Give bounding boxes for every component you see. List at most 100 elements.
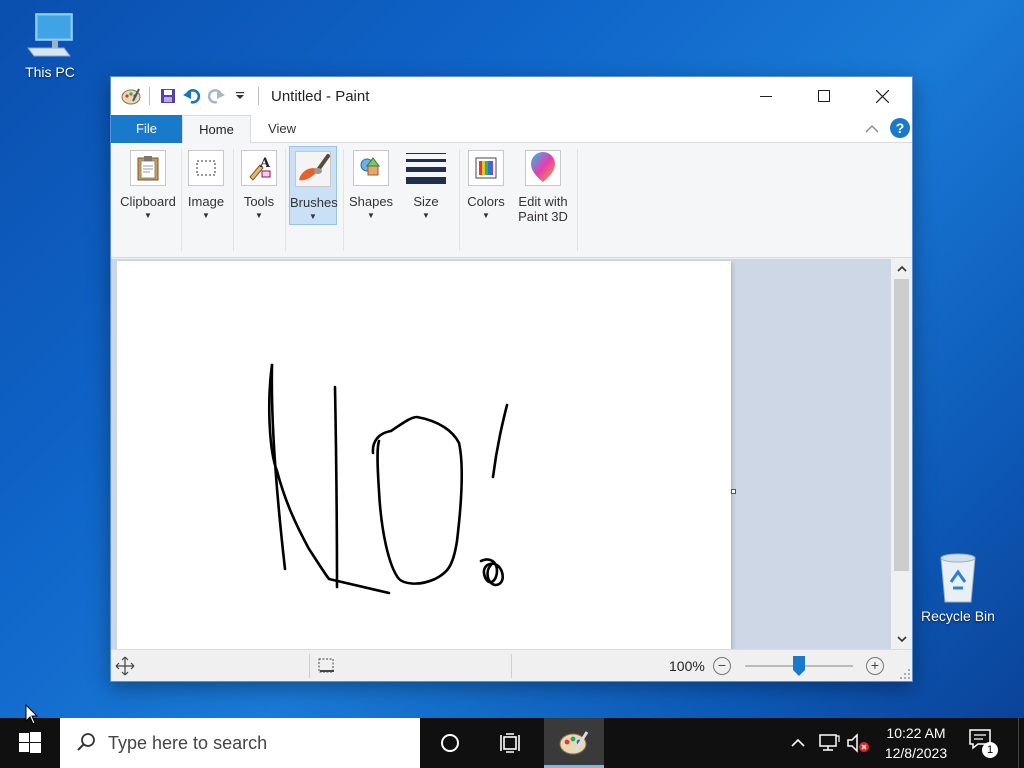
chevron-down-icon xyxy=(896,636,907,643)
ribbon-group-brushes[interactable]: Brushes ▼ xyxy=(289,146,338,225)
task-view-icon xyxy=(500,733,520,753)
minimize-icon xyxy=(760,96,772,97)
paint-app-icon[interactable] xyxy=(119,84,143,108)
zoom-out-button[interactable]: − xyxy=(713,657,731,675)
paint-3d-icon xyxy=(525,150,561,186)
notification-count-badge: 1 xyxy=(982,742,998,758)
paint-app-icon xyxy=(559,730,589,754)
toolbar-separator xyxy=(258,87,259,105)
window-title: Untitled - Paint xyxy=(271,87,370,105)
chevron-up-icon xyxy=(896,265,907,272)
maximize-icon xyxy=(818,90,830,102)
action-center-button[interactable]: 1 xyxy=(968,728,998,758)
ribbon-group-clipboard[interactable]: Clipboard ▼ xyxy=(117,146,179,254)
drawing-canvas[interactable] xyxy=(117,261,731,649)
chevron-down-icon: ▼ xyxy=(422,211,430,220)
close-icon xyxy=(875,89,889,103)
quick-access-toolbar xyxy=(111,77,265,115)
ribbon-separator xyxy=(285,149,286,251)
cortana-circle-icon xyxy=(441,734,459,752)
taskbar-app-paint[interactable] xyxy=(544,718,604,768)
canvas-workspace[interactable] xyxy=(111,259,891,649)
desktop-icon-recycle-bin[interactable]: Recycle Bin xyxy=(918,552,998,624)
select-rectangle-icon xyxy=(188,150,224,186)
windows-logo-icon xyxy=(19,732,41,753)
mouse-pointer-icon xyxy=(25,704,39,725)
network-icon[interactable] xyxy=(818,732,840,754)
help-button[interactable]: ? xyxy=(890,118,910,138)
zoom-in-button[interactable]: + xyxy=(866,657,884,675)
task-view-button[interactable] xyxy=(488,718,532,768)
canvas-resize-handle[interactable] xyxy=(731,489,736,494)
minimize-button[interactable] xyxy=(737,77,795,115)
collapse-ribbon-button[interactable] xyxy=(863,120,881,138)
ribbon-group-tools[interactable]: A Tools ▼ xyxy=(236,146,282,254)
save-button[interactable] xyxy=(156,84,180,108)
close-button[interactable] xyxy=(853,77,911,115)
toolbar-separator xyxy=(149,87,150,105)
desktop-icon-this-pc[interactable]: This PC xyxy=(10,10,90,80)
taskbar-search-box[interactable]: Type here to search xyxy=(60,718,420,768)
freehand-drawing xyxy=(267,363,509,595)
undo-button[interactable] xyxy=(180,84,204,108)
edit-with-paint-3d-button[interactable]: Edit with Paint 3D xyxy=(515,146,571,254)
chevron-down-icon: ▼ xyxy=(482,211,490,220)
ribbon-separator xyxy=(459,149,460,251)
ribbon-group-colors[interactable]: Colors ▼ xyxy=(463,146,509,254)
chevron-up-icon xyxy=(865,125,879,133)
vertical-scrollbar[interactable] xyxy=(891,259,912,649)
tab-file[interactable]: File xyxy=(111,115,182,143)
redo-icon xyxy=(207,89,225,104)
ribbon-group-label: Brushes xyxy=(290,195,338,210)
show-hidden-icons-button[interactable] xyxy=(788,733,808,753)
tab-view[interactable]: View xyxy=(254,115,310,143)
zoom-level: 100% xyxy=(669,658,705,674)
redo-button[interactable] xyxy=(204,84,228,108)
recycle-bin-icon xyxy=(940,553,976,603)
window-resize-grip-icon[interactable] xyxy=(899,668,911,683)
ribbon-separator xyxy=(181,149,182,251)
maximize-button[interactable] xyxy=(795,77,853,115)
line-size-icon xyxy=(406,150,446,186)
selection-size-icon xyxy=(317,657,335,678)
system-clock[interactable]: 10:22 AM 12/8/2023 xyxy=(876,723,956,763)
scroll-up-button[interactable] xyxy=(891,259,912,279)
chevron-down-icon: ▼ xyxy=(144,211,152,220)
ribbon-group-shapes[interactable]: Shapes ▼ xyxy=(347,146,395,254)
ribbon-separator xyxy=(233,149,234,251)
desktop-icon-label: This PC xyxy=(25,64,75,80)
zoom-slider-thumb[interactable] xyxy=(793,656,805,676)
tools-icon: A xyxy=(241,150,277,186)
title-bar[interactable]: Untitled - Paint xyxy=(111,77,912,115)
ribbon-group-label: Tools xyxy=(243,194,275,209)
ribbon-group-image[interactable]: Image ▼ xyxy=(183,146,229,254)
brush-icon xyxy=(295,151,331,187)
shapes-icon xyxy=(353,150,389,186)
ribbon-group-label: Clipboard xyxy=(120,194,176,209)
ribbon-group-label: Size xyxy=(413,194,439,209)
ribbon-separator xyxy=(577,149,578,251)
computer-icon xyxy=(27,13,73,57)
tab-home[interactable]: Home xyxy=(182,115,251,144)
search-placeholder: Type here to search xyxy=(108,732,268,753)
chevron-down-icon: ▼ xyxy=(367,211,375,220)
ribbon-tab-bar: File Home View ? xyxy=(111,115,912,144)
customize-quick-access-button[interactable] xyxy=(228,84,252,108)
status-bar: 100% − + xyxy=(111,649,912,681)
volume-muted-icon[interactable] xyxy=(846,732,870,754)
desktop-icon-label: Recycle Bin xyxy=(921,608,995,624)
ribbon-home-panel: Clipboard ▼ Image ▼ A Tools ▼ Brushes ▼ xyxy=(111,143,912,258)
ribbon-group-label: Paint 3D xyxy=(518,209,568,224)
clock-date: 12/8/2023 xyxy=(884,745,948,761)
ribbon-group-size[interactable]: Size ▼ xyxy=(403,146,449,254)
undo-icon xyxy=(183,89,201,104)
chevron-up-icon xyxy=(791,738,805,747)
scroll-thumb[interactable] xyxy=(894,279,909,571)
cortana-button[interactable] xyxy=(428,718,472,768)
status-separator xyxy=(511,654,512,678)
clipboard-icon xyxy=(130,150,166,186)
show-desktop-button[interactable] xyxy=(1018,718,1024,768)
scroll-down-button[interactable] xyxy=(891,629,912,649)
move-cursor-icon xyxy=(115,656,135,679)
chevron-down-icon: ▼ xyxy=(309,212,317,221)
